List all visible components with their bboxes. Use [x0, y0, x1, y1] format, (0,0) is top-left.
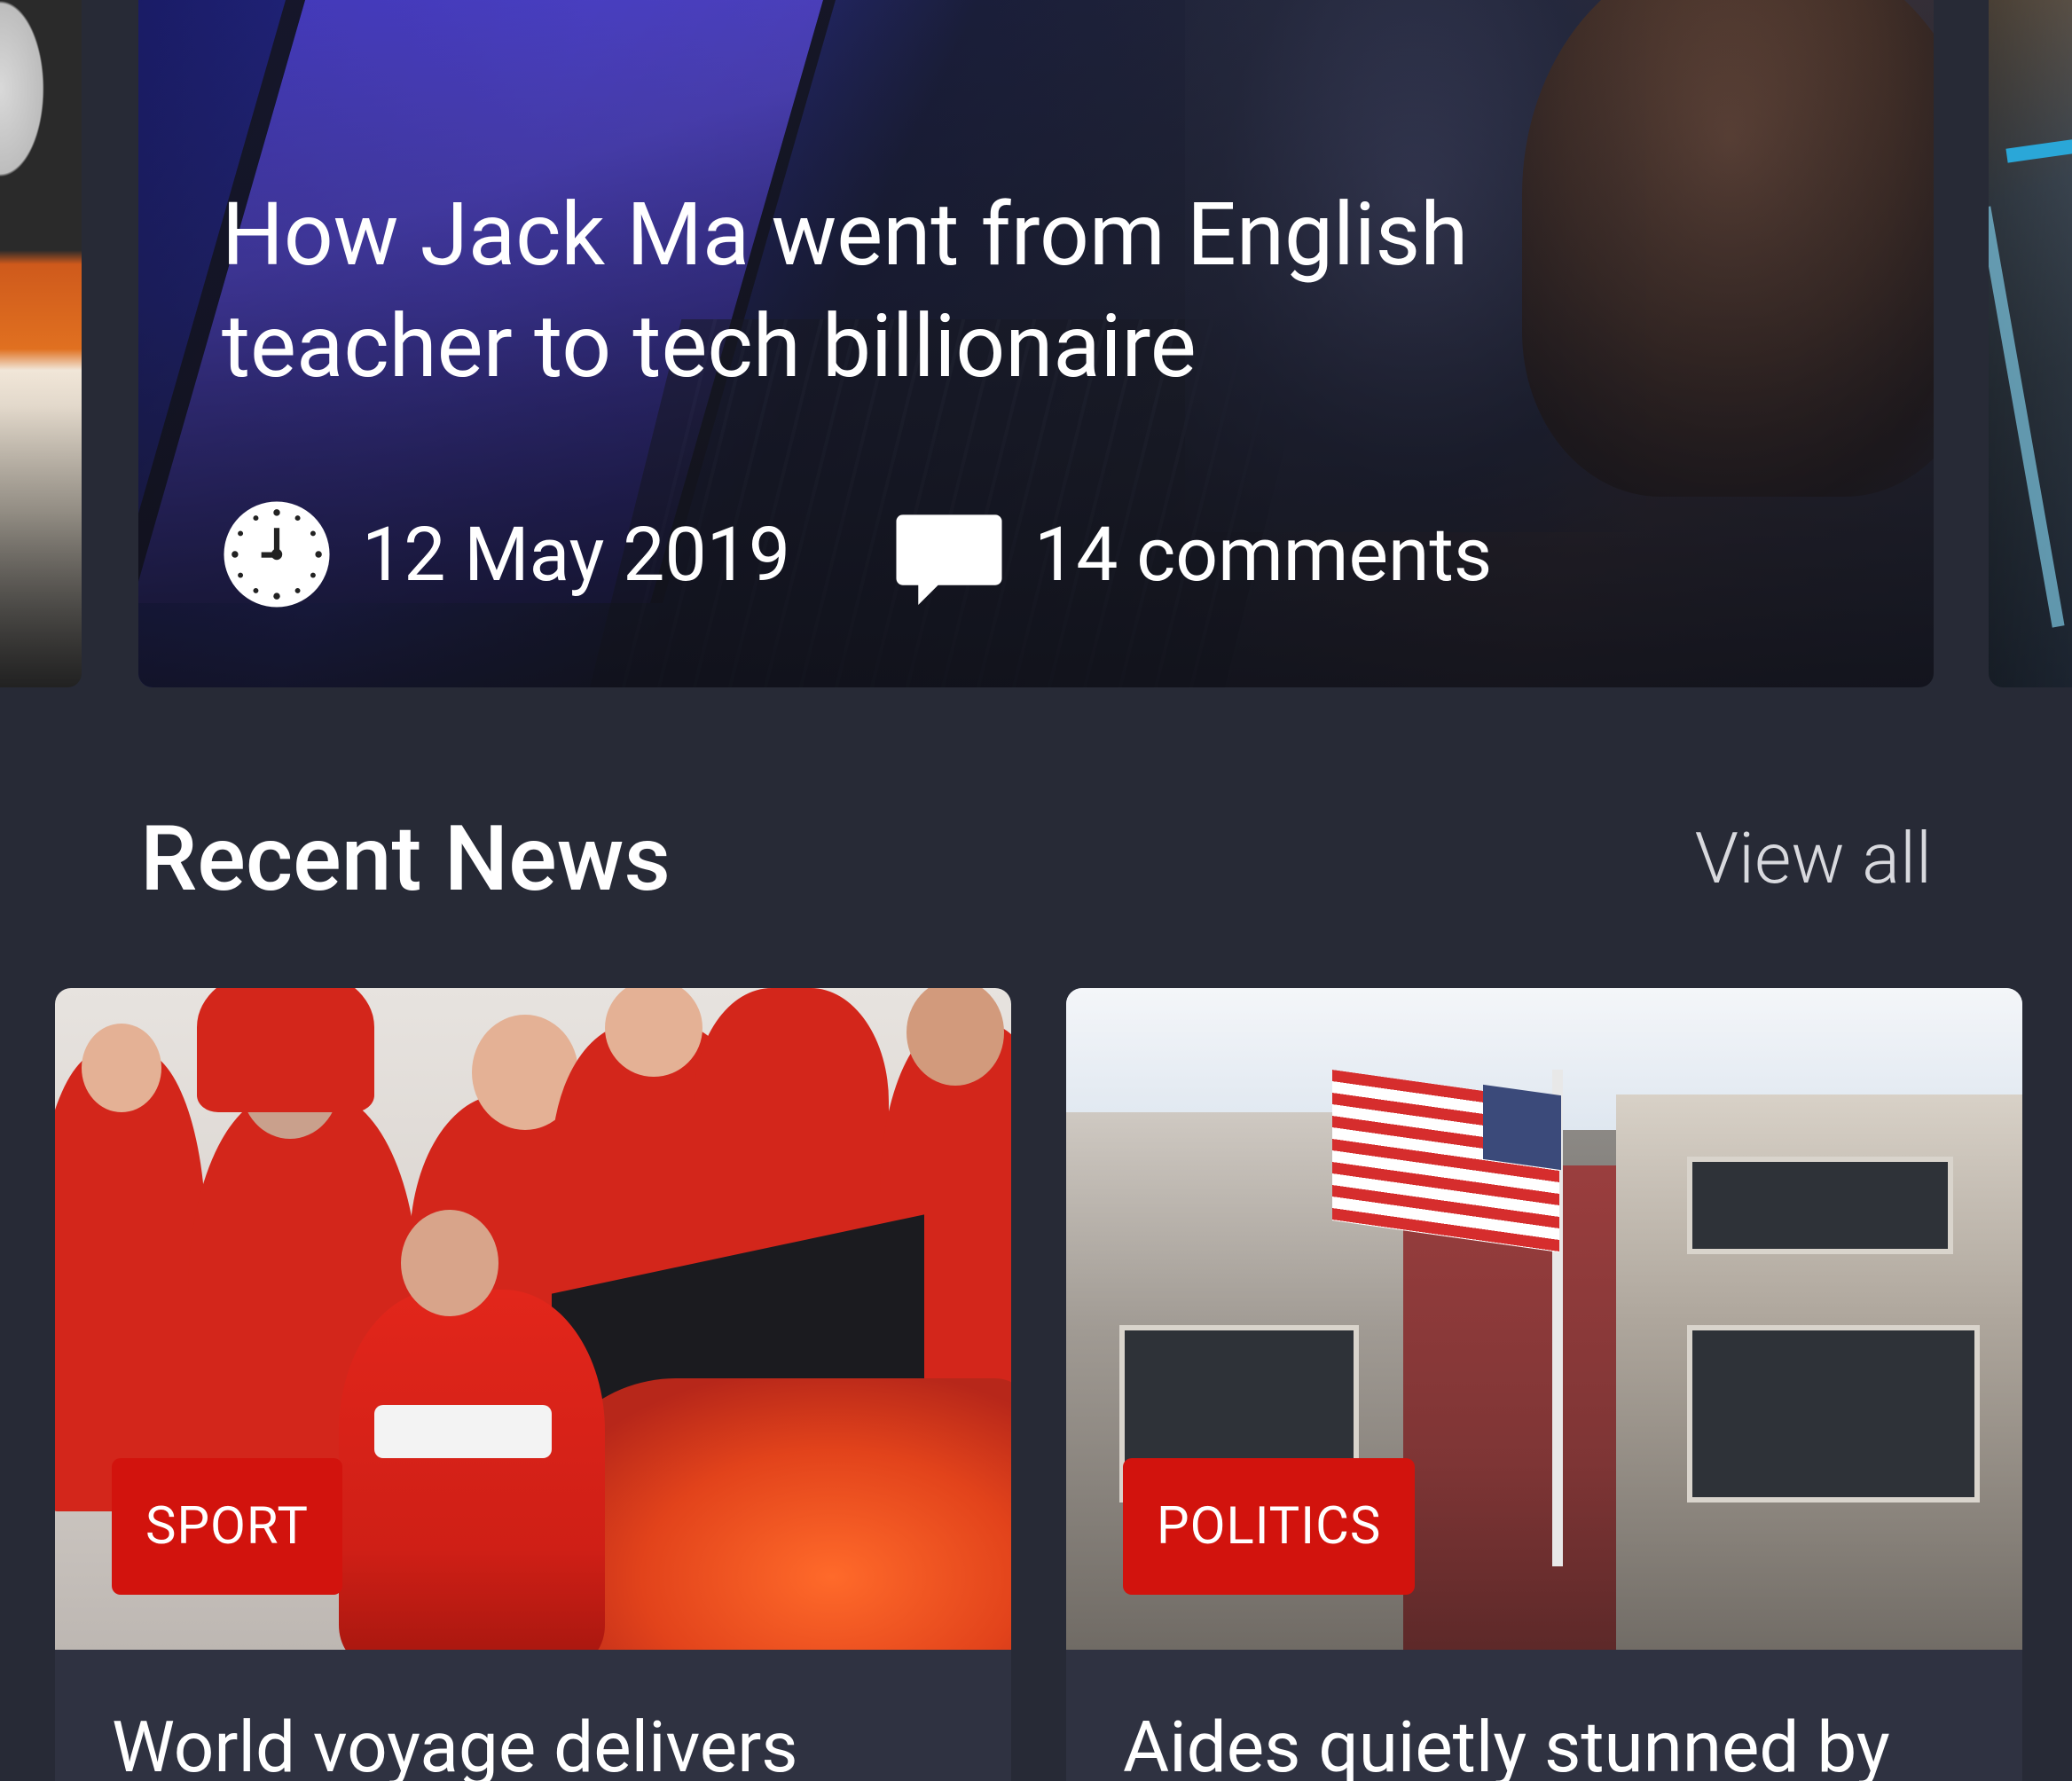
- featured-comments[interactable]: 14 comments: [894, 497, 1492, 612]
- previous-featured-card[interactable]: [0, 0, 82, 687]
- category-badge-sport[interactable]: SPORT: [112, 1458, 343, 1595]
- featured-date-text: 12 May 2019: [362, 510, 791, 599]
- news-card-title-sport[interactable]: World voyage delivers: [112, 1703, 798, 1781]
- featured-title-line-1: How Jack Ma went from English: [222, 184, 1469, 286]
- featured-date: 12 May 2019: [222, 497, 790, 612]
- clock-icon: [224, 501, 330, 608]
- category-badge-politics[interactable]: POLITICS: [1123, 1458, 1416, 1595]
- news-card-politics[interactable]: [1066, 988, 2022, 1781]
- featured-comments-text: 14 comments: [1034, 510, 1493, 599]
- news-card-sport[interactable]: [55, 988, 1011, 1781]
- news-home-screen: How Jack Ma went from English teacher to…: [0, 0, 2072, 1781]
- view-all-link[interactable]: View all: [1695, 814, 1932, 903]
- featured-title-line-2: teacher to tech billionaire: [222, 295, 1197, 397]
- featured-title[interactable]: How Jack Ma went from English teacher to…: [222, 179, 1783, 403]
- section-title: Recent News: [140, 805, 671, 912]
- featured-carousel[interactable]: How Jack Ma went from English teacher to…: [0, 0, 2072, 692]
- comment-icon: [896, 514, 1002, 606]
- news-card-title-politics[interactable]: Aides quietly stunned by: [1123, 1703, 1890, 1781]
- next-featured-card[interactable]: [1989, 0, 2072, 687]
